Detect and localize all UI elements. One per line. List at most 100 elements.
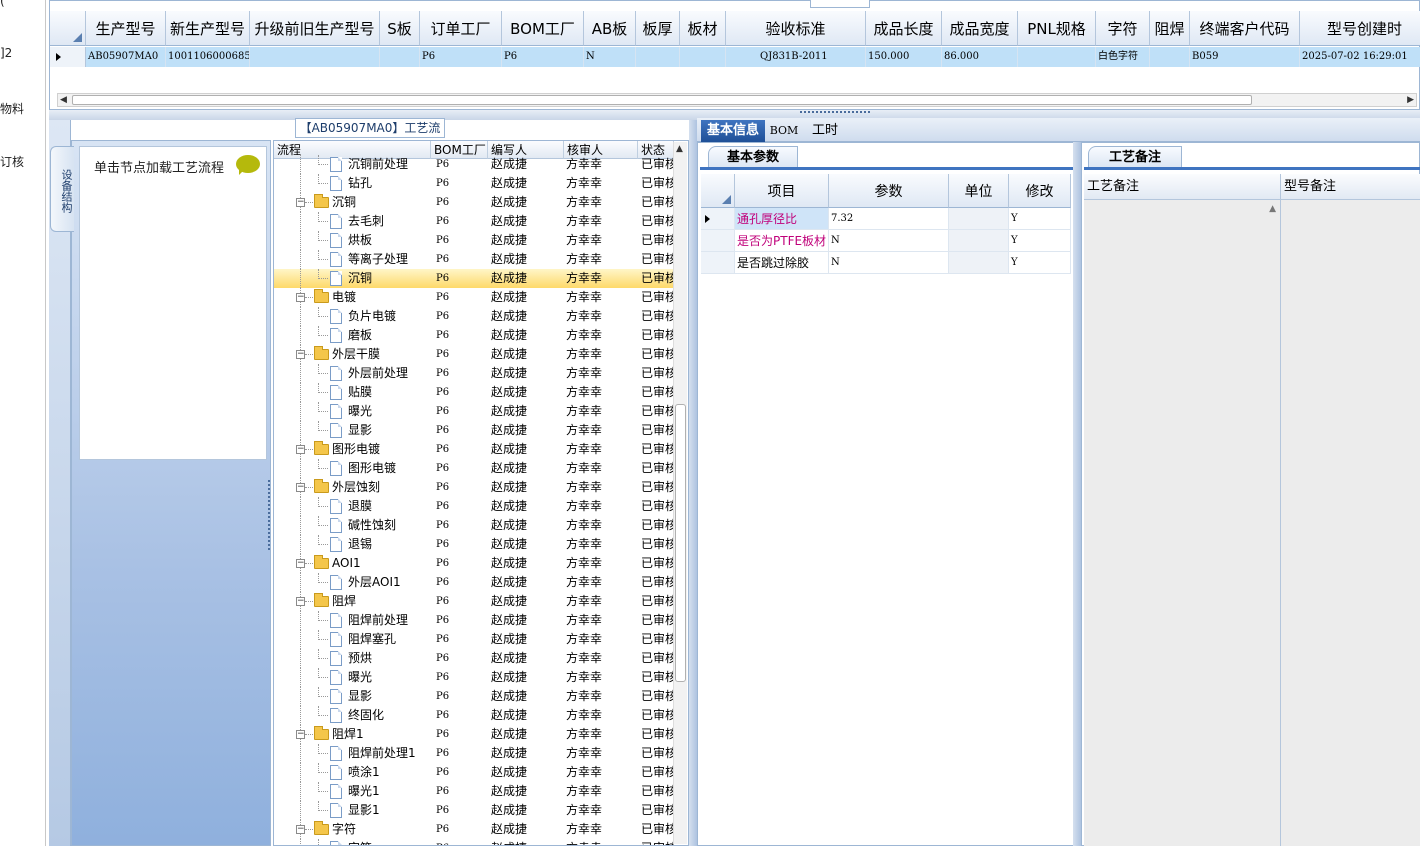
horizontal-scrollbar[interactable]: ◀ ▶ xyxy=(57,93,1417,107)
grid-header-cell[interactable]: 生产型号 xyxy=(86,11,166,46)
tree-row[interactable]: − 沉铜 P6 赵成捷 方幸幸 已审核 xyxy=(274,193,674,212)
params-cell-unit[interactable] xyxy=(949,230,1009,252)
tree-row[interactable]: 烘板 P6 赵成捷 方幸幸 已审核 xyxy=(274,231,674,250)
tree-row[interactable]: 外层前处理 P6 赵成捷 方幸幸 已审核 xyxy=(274,364,674,383)
basic-params-tab[interactable]: 基本参数 xyxy=(708,146,798,168)
grid-cell[interactable] xyxy=(1018,47,1096,67)
collapse-icon[interactable]: − xyxy=(296,825,305,834)
tree-row[interactable]: − 外层蚀刻 P6 赵成捷 方幸幸 已审核 xyxy=(274,478,674,497)
tree-row[interactable]: 显影 P6 赵成捷 方幸幸 已审核 xyxy=(274,421,674,440)
tab-work-hours[interactable]: 工时 xyxy=(805,120,845,142)
tree-row[interactable]: 去毛刺 P6 赵成捷 方幸幸 已审核 xyxy=(274,212,674,231)
row-indicator[interactable] xyxy=(701,230,735,252)
collapse-icon[interactable]: − xyxy=(296,483,305,492)
grid-header-cell[interactable]: 板厚 xyxy=(636,11,680,46)
tree-row[interactable]: 磨板 P6 赵成捷 方幸幸 已审核 xyxy=(274,326,674,345)
collapse-icon[interactable]: − xyxy=(296,350,305,359)
tree-row[interactable]: 显影1 P6 赵成捷 方幸幸 已审核 xyxy=(274,801,674,820)
grid-cell[interactable]: 白色字符 xyxy=(1096,47,1150,67)
grid-cell[interactable]: 10011060006852 xyxy=(166,47,250,67)
grid-header-cell[interactable]: 成品宽度 xyxy=(942,11,1018,46)
params-cell-value[interactable]: N xyxy=(829,230,949,252)
left-nav-fragment[interactable]: ]2 xyxy=(0,46,12,60)
process-notes-field[interactable]: 工艺备注 ▲ xyxy=(1084,174,1281,846)
tree-row[interactable]: − 外层干膜 P6 赵成捷 方幸幸 已审核 xyxy=(274,345,674,364)
tree-row[interactable]: 喷涂1 P6 赵成捷 方幸幸 已审核 xyxy=(274,763,674,782)
tree-row[interactable]: 曝光 P6 赵成捷 方幸幸 已审核 xyxy=(274,402,674,421)
collapse-icon[interactable]: − xyxy=(296,559,305,568)
tree-row[interactable]: 图形电镀 P6 赵成捷 方幸幸 已审核 xyxy=(274,459,674,478)
scrollbar-thumb[interactable] xyxy=(675,404,686,682)
grid-cell[interactable]: 86.000 xyxy=(942,47,1018,67)
grid-cell[interactable]: 2025-07-02 16:29:01 xyxy=(1300,47,1420,67)
tree-row[interactable]: 阻焊前处理1 P6 赵成捷 方幸幸 已审核 xyxy=(274,744,674,763)
grid-header-cell[interactable]: BOM工厂 xyxy=(502,11,584,46)
params-header-item[interactable]: 项目 xyxy=(735,174,829,208)
params-cell-modify[interactable]: Y xyxy=(1009,252,1071,274)
scroll-right-icon[interactable]: ▶ xyxy=(1407,95,1414,105)
tree-row[interactable]: − 字符 P6 赵成捷 方幸幸 已审核 xyxy=(274,820,674,839)
collapse-icon[interactable]: − xyxy=(296,597,305,606)
grid-header-cell[interactable]: PNL规格 xyxy=(1018,11,1096,46)
grid-cell[interactable]: N xyxy=(584,47,636,67)
structure-vertical-tab[interactable]: 设备结构 xyxy=(50,146,74,232)
grid-cell[interactable]: B059 xyxy=(1190,47,1300,67)
scroll-left-icon[interactable]: ◀ xyxy=(60,95,67,105)
params-cell-modify[interactable]: Y xyxy=(1009,208,1071,230)
collapse-icon[interactable]: − xyxy=(296,730,305,739)
vertical-scrollbar[interactable]: ▲ xyxy=(673,142,687,844)
tree-row[interactable]: 负片电镀 P6 赵成捷 方幸幸 已审核 xyxy=(274,307,674,326)
row-indicator[interactable] xyxy=(701,208,735,230)
tree-row[interactable]: 字符 P6 赵成捷方幸幸已审核 xyxy=(274,839,674,845)
left-nav-fragment[interactable]: 物料 xyxy=(0,100,24,117)
tree-row[interactable]: − 电镀 P6 赵成捷 方幸幸 已审核 xyxy=(274,288,674,307)
grid-header-cell[interactable]: 成品长度 xyxy=(866,11,942,46)
scroll-up-icon[interactable]: ▲ xyxy=(1269,204,1276,214)
params-header-unit[interactable]: 单位 xyxy=(949,174,1009,208)
grid-header-cell[interactable]: 阻焊 xyxy=(1150,11,1190,46)
grid-cell[interactable] xyxy=(250,47,380,67)
splitter-grip-icon[interactable] xyxy=(800,111,870,117)
grid-cell[interactable] xyxy=(636,47,680,67)
splitter-vertical[interactable] xyxy=(689,120,697,846)
collapse-icon[interactable]: − xyxy=(296,293,305,302)
tab-handle[interactable] xyxy=(810,0,870,8)
collapse-icon[interactable]: − xyxy=(296,445,305,454)
grid-header-cell[interactable]: 板材 xyxy=(680,11,726,46)
params-cell-item[interactable]: 是否为PTFE板材 xyxy=(735,230,829,252)
grid-header-cell[interactable]: 验收标准 xyxy=(726,11,866,46)
tree-row[interactable]: 显影 P6 赵成捷 方幸幸 已审核 xyxy=(274,687,674,706)
params-cell-value[interactable]: N xyxy=(829,252,949,274)
tree-row[interactable]: 退锡 P6 赵成捷 方幸幸 已审核 xyxy=(274,535,674,554)
tree-row[interactable]: 贴膜 P6 赵成捷 方幸幸 已审核 xyxy=(274,383,674,402)
grid-cell[interactable]: 150.000 xyxy=(866,47,942,67)
tree-row[interactable]: 外层AOI1 P6 赵成捷 方幸幸 已审核 xyxy=(274,573,674,592)
tab-bom[interactable]: BOM xyxy=(767,120,801,142)
tree-row[interactable]: 钻孔 P6 赵成捷 方幸幸 已审核 xyxy=(274,174,674,193)
notes-tab[interactable]: 工艺备注 xyxy=(1088,146,1182,168)
tree-row[interactable]: 等离子处理 P6 赵成捷 方幸幸 已审核 xyxy=(274,250,674,269)
grid-cell[interactable]: P6 xyxy=(502,47,584,67)
tree-row[interactable]: 沉铜 P6 赵成捷 方幸幸 已审核 xyxy=(274,269,674,288)
tree-row[interactable]: − AOI1 P6 赵成捷 方幸幸 已审核 xyxy=(274,554,674,573)
params-header-value[interactable]: 参数 xyxy=(829,174,949,208)
grid-cell[interactable] xyxy=(680,47,726,67)
tree-row[interactable]: 曝光1 P6 赵成捷 方幸幸 已审核 xyxy=(274,782,674,801)
tree-row[interactable]: 预烘 P6 赵成捷 方幸幸 已审核 xyxy=(274,649,674,668)
params-cell-modify[interactable]: Y xyxy=(1009,230,1071,252)
scroll-up-icon[interactable]: ▲ xyxy=(676,144,683,154)
model-notes-field[interactable]: 型号备注 xyxy=(1281,174,1420,846)
params-cell-value[interactable]: 7.32 xyxy=(829,208,949,230)
tree-row[interactable]: 阻焊塞孔 P6 赵成捷 方幸幸 已审核 xyxy=(274,630,674,649)
tree-row[interactable]: − 阻焊 P6 赵成捷 方幸幸 已审核 xyxy=(274,592,674,611)
grid-header-cell[interactable]: 升级前旧生产型号 xyxy=(250,11,380,46)
grid-header-cell[interactable]: 订单工厂 xyxy=(420,11,502,46)
tree-row[interactable]: − 阻焊1 P6 赵成捷 方幸幸 已审核 xyxy=(274,725,674,744)
left-nav-fragment[interactable]: ( xyxy=(0,0,5,8)
grid-header-cell[interactable]: S板 xyxy=(380,11,420,46)
tree-row[interactable]: 阻焊前处理 P6 赵成捷 方幸幸 已审核 xyxy=(274,611,674,630)
tree-row[interactable]: 退膜 P6 赵成捷 方幸幸 已审核 xyxy=(274,497,674,516)
splitter-vertical[interactable] xyxy=(1073,142,1081,846)
params-cell-unit[interactable] xyxy=(949,252,1009,274)
row-indicator[interactable] xyxy=(50,47,86,67)
